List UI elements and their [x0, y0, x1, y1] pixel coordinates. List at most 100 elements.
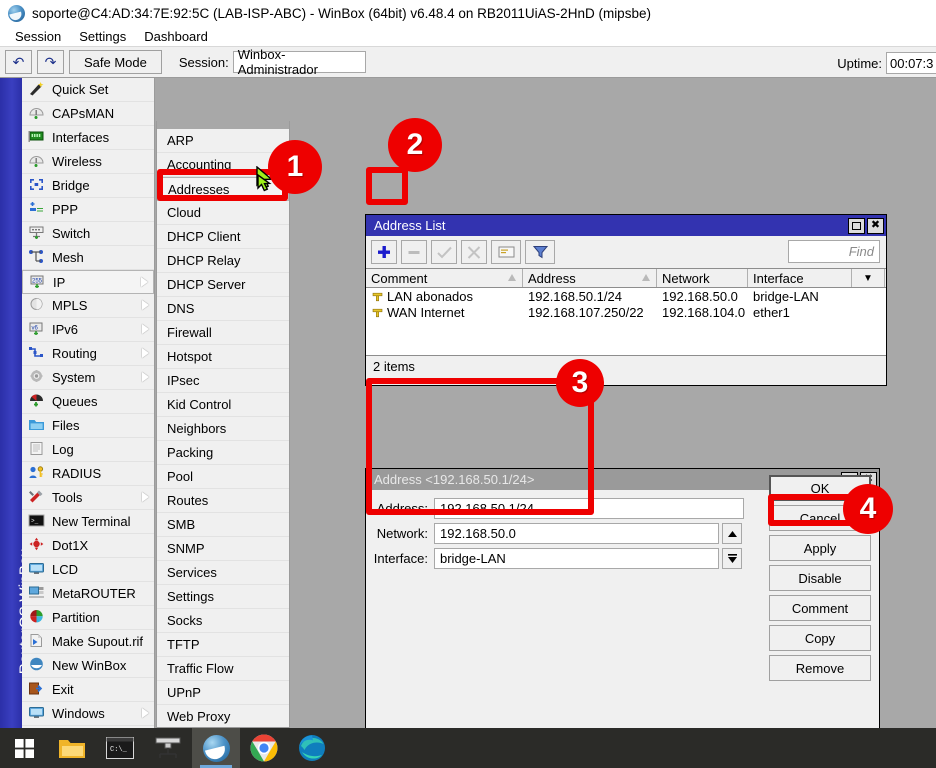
menu-dashboard[interactable]: Dashboard [135, 29, 217, 44]
network-tool-button[interactable] [144, 728, 192, 768]
sidebar-item-capsman[interactable]: CAPsMAN [22, 102, 154, 126]
ip-submenu-item-arp[interactable]: ARP [157, 129, 289, 153]
interface-spinner-down[interactable] [722, 548, 742, 569]
ip-submenu-item-tftp[interactable]: TFTP [157, 633, 289, 657]
column-header-interface[interactable]: Interface [748, 269, 852, 287]
microsoft-edge-button[interactable] [288, 728, 336, 768]
ip-submenu-item-traffic-flow[interactable]: Traffic Flow [157, 657, 289, 681]
ip-submenu-item-packing[interactable]: Packing [157, 441, 289, 465]
close-icon[interactable]: ✖ [867, 218, 884, 234]
safe-mode-button[interactable]: Safe Mode [69, 50, 162, 74]
bridge-icon [28, 177, 45, 192]
nic-card-icon [28, 129, 47, 146]
column-header-network[interactable]: Network [657, 269, 748, 287]
ip-submenu-item-kid-control[interactable]: Kid Control [157, 393, 289, 417]
sidebar-item-switch[interactable]: Switch [22, 222, 154, 246]
disable-address-button[interactable] [461, 240, 487, 264]
sidebar-item-new-terminal[interactable]: >_New Terminal [22, 510, 154, 534]
menu-session[interactable]: Session [6, 29, 70, 44]
ip-submenu-item-smb[interactable]: SMB [157, 513, 289, 537]
winbox-taskbar-button[interactable] [192, 728, 240, 768]
comment-button[interactable]: Comment [769, 595, 871, 621]
table-row[interactable]: WAN Internet192.168.107.250/22192.168.10… [366, 304, 886, 320]
ip-submenu-item-socks[interactable]: Socks [157, 609, 289, 633]
ip-submenu-item-routes[interactable]: Routes [157, 489, 289, 513]
ip-submenu-item-services[interactable]: Services [157, 561, 289, 585]
ip-submenu-item-dns[interactable]: DNS [157, 297, 289, 321]
sidebar-item-system[interactable]: System [22, 366, 154, 390]
column-header-address[interactable]: Address [523, 269, 657, 287]
comment-button[interactable] [491, 240, 521, 264]
filter-button[interactable] [525, 240, 555, 264]
ip-submenu-item-ipsec[interactable]: IPsec [157, 369, 289, 393]
ip-submenu-item-dhcp-server[interactable]: DHCP Server [157, 273, 289, 297]
ip-submenu-item-snmp[interactable]: SNMP [157, 537, 289, 561]
address-list-titlebar[interactable]: Address List ✖ [366, 215, 886, 236]
sidebar-item-routing[interactable]: Routing [22, 342, 154, 366]
interface-input[interactable]: bridge-LAN [434, 548, 719, 569]
sidebar-item-queues[interactable]: Queues [22, 390, 154, 414]
sidebar-item-radius[interactable]: RADIUS [22, 462, 154, 486]
network-spinner-up[interactable] [722, 523, 742, 544]
network-input[interactable]: 192.168.50.0 [434, 523, 719, 544]
copy-button[interactable]: Copy [769, 625, 871, 651]
session-field[interactable]: Winbox-Administrador [233, 51, 366, 73]
sidebar-item-bridge[interactable]: Bridge [22, 174, 154, 198]
undo-button[interactable]: ↶ [5, 50, 32, 74]
file-explorer-button[interactable] [48, 728, 96, 768]
sidebar-item-tools[interactable]: Tools [22, 486, 154, 510]
sidebar-item-exit[interactable]: Exit [22, 678, 154, 702]
ip-submenu-item-firewall[interactable]: Firewall [157, 321, 289, 345]
start-button[interactable] [0, 728, 48, 768]
remove-button[interactable]: Remove [769, 655, 871, 681]
ip-submenu-item-cloud[interactable]: Cloud [157, 201, 289, 225]
sidebar-item-dot1x[interactable]: Dot1X [22, 534, 154, 558]
ip-submenu-item-neighbors[interactable]: Neighbors [157, 417, 289, 441]
address-list-toolbar: Find [366, 236, 886, 268]
address-input[interactable]: 192.168.50.1/24 [434, 498, 744, 519]
sidebar-item-new-winbox[interactable]: New WinBox [22, 654, 154, 678]
uptime-area: Uptime: 00:07:3 [825, 47, 936, 79]
sidebar-item-ip[interactable]: 255IP [22, 270, 154, 294]
ip-submenu-item-dhcp-client[interactable]: DHCP Client [157, 225, 289, 249]
ip-submenu-item-upnp[interactable]: UPnP [157, 681, 289, 705]
menu-settings[interactable]: Settings [70, 29, 135, 44]
table-row[interactable]: LAN abonados192.168.50.1/24192.168.50.0b… [366, 288, 886, 304]
column-header-comment[interactable]: Comment [366, 269, 523, 287]
sidebar-item-mesh[interactable]: Mesh [22, 246, 154, 270]
remove-address-button[interactable] [401, 240, 427, 264]
sidebar-item-make-supout-rif[interactable]: Make Supout.rif [22, 630, 154, 654]
maximize-icon[interactable] [848, 218, 865, 234]
apply-button[interactable]: Apply [769, 535, 871, 561]
ip-submenu-item-label: DHCP Server [167, 277, 246, 292]
partition-icon [28, 609, 45, 624]
sidebar-item-metarouter[interactable]: MetaROUTER [22, 582, 154, 606]
find-input[interactable]: Find [788, 240, 880, 263]
add-address-button[interactable] [371, 240, 397, 264]
sidebar-item-partition[interactable]: Partition [22, 606, 154, 630]
sidebar-item-files[interactable]: Files [22, 414, 154, 438]
ip-submenu-item-hotspot[interactable]: Hotspot [157, 345, 289, 369]
command-prompt-button[interactable]: C:\_ [96, 728, 144, 768]
sidebar-item-log[interactable]: Log [22, 438, 154, 462]
ip-submenu-item-settings[interactable]: Settings [157, 585, 289, 609]
sidebar-item-mpls[interactable]: MPLS [22, 294, 154, 318]
disable-button[interactable]: Disable [769, 565, 871, 591]
column-chooser-button[interactable]: ▼ [852, 269, 885, 287]
sidebar-item-ppp[interactable]: PPP [22, 198, 154, 222]
ip-submenu-item-pool[interactable]: Pool [157, 465, 289, 489]
redo-button[interactable]: ↷ [37, 50, 64, 74]
sidebar-item-lcd[interactable]: LCD [22, 558, 154, 582]
routing-icon [28, 345, 47, 362]
mpls-icon [28, 297, 47, 314]
sidebar-item-quick-set[interactable]: Quick Set [22, 78, 154, 102]
enable-address-button[interactable] [431, 240, 457, 264]
ip-submenu-item-web-proxy[interactable]: Web Proxy [157, 705, 289, 729]
sidebar-item-windows[interactable]: Windows [22, 702, 154, 726]
ip-submenu-item-dhcp-relay[interactable]: DHCP Relay [157, 249, 289, 273]
sidebar-item-wireless[interactable]: Wireless [22, 150, 154, 174]
sidebar-item-interfaces[interactable]: Interfaces [22, 126, 154, 150]
google-chrome-button[interactable] [240, 728, 288, 768]
sidebar-item-ipv6[interactable]: v6IPv6 [22, 318, 154, 342]
redo-arrow-icon: ↷ [45, 55, 57, 69]
